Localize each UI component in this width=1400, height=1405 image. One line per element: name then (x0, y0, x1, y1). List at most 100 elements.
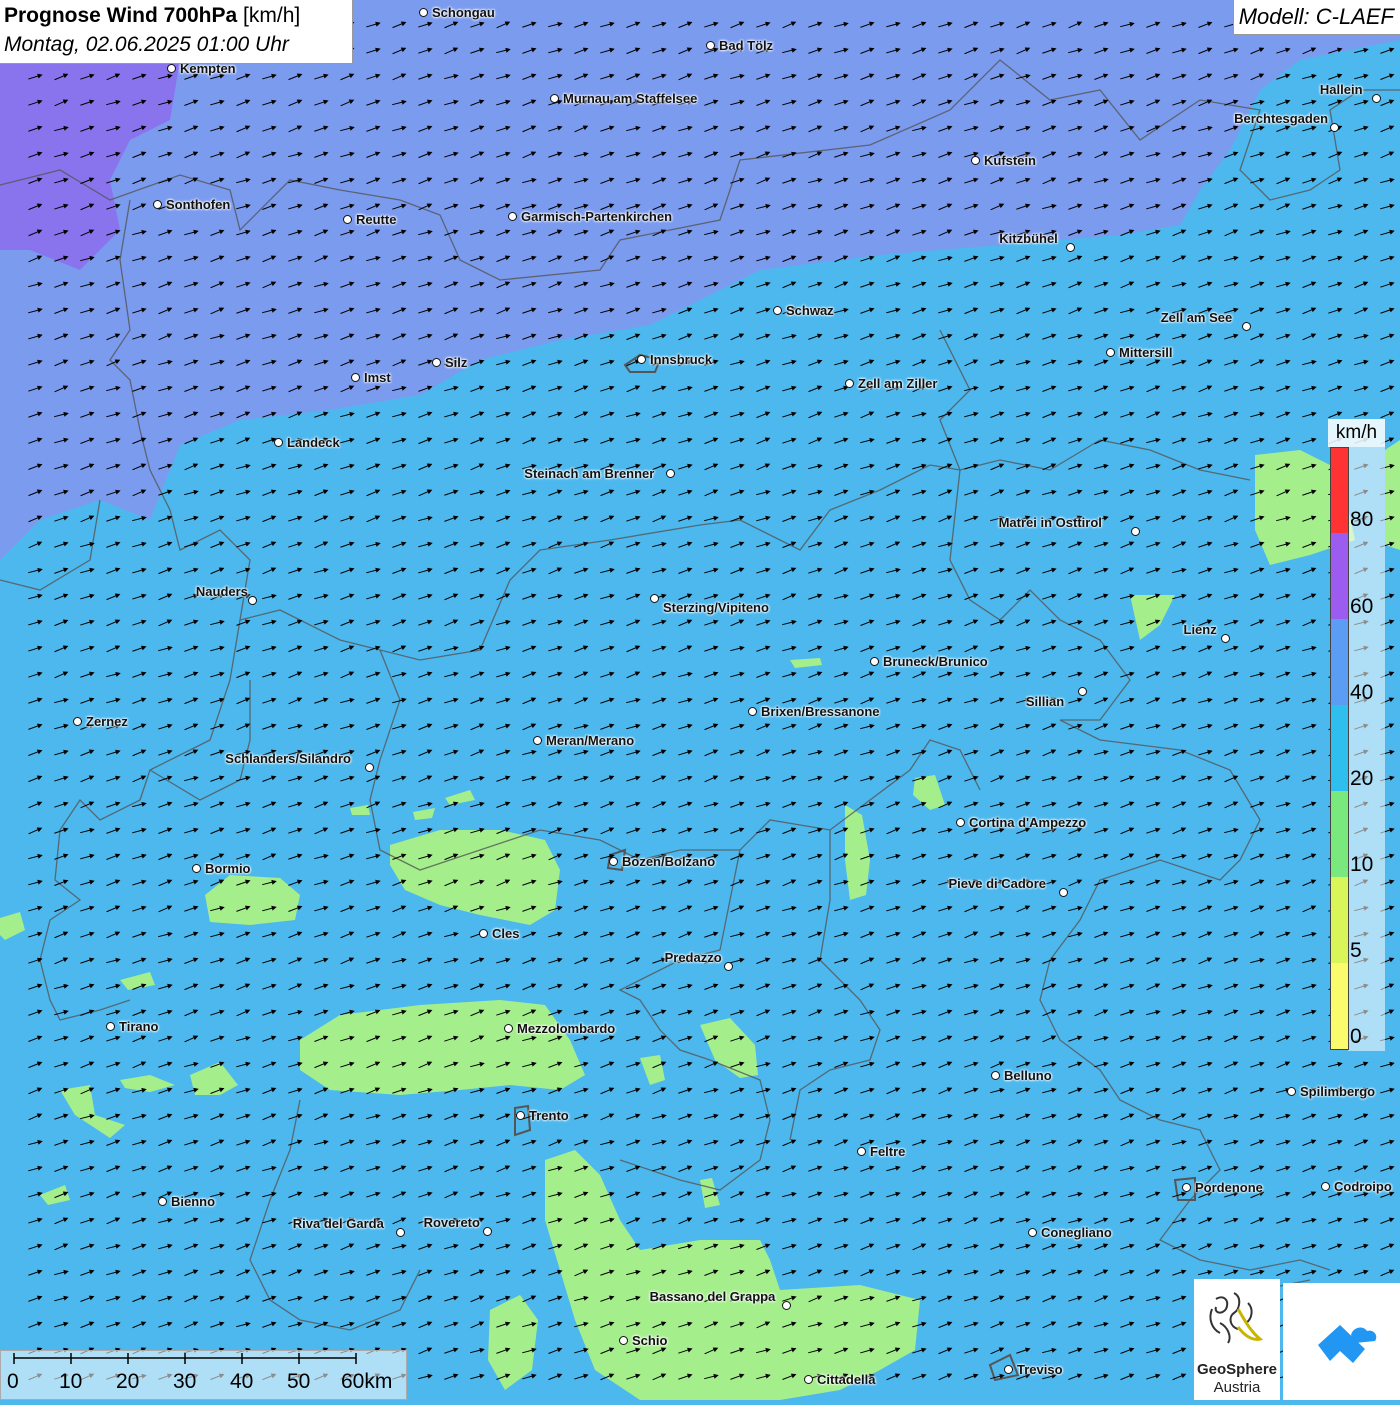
scale-label-20: 20 (116, 1370, 139, 1394)
forecast-datetime: Montag, 02.06.2025 01:00 Uhr (4, 33, 289, 57)
logo-name: GeoSphere (1194, 1361, 1280, 1378)
city-marker-schwaz (773, 306, 782, 315)
city-marker-sillian (1078, 687, 1087, 696)
scale-label-10: 10 (59, 1370, 82, 1394)
legend-label-20: 20 (1350, 768, 1373, 789)
city-label-conegliano: Conegliano (1041, 1225, 1112, 1240)
city-label-zernez: Zernez (86, 714, 128, 729)
city-marker-hallein (1372, 94, 1381, 103)
city-marker-riva-del-garda (396, 1228, 405, 1237)
city-marker-nauders (248, 596, 257, 605)
city-label-bassano-del-grappa: Bassano del Grappa (650, 1289, 776, 1304)
city-label-bozen-bolzano: Bozen/Bolzano (622, 854, 715, 869)
legend-label-60: 60 (1350, 596, 1373, 617)
city-marker-pieve-di-cadore (1059, 888, 1068, 897)
city-label-hallein: Hallein (1320, 82, 1363, 97)
legend-segment-60-80 (1331, 533, 1348, 619)
city-marker-zell-am-ziller (845, 379, 854, 388)
city-label-garmisch-partenkirchen: Garmisch-Partenkirchen (521, 209, 672, 224)
city-label-cles: Cles (492, 926, 519, 941)
city-marker-kempten (167, 64, 176, 73)
city-label-schongau: Schongau (432, 5, 495, 20)
city-marker-imst (351, 373, 360, 382)
city-label-bruneck-brunico: Bruneck/Brunico (883, 654, 988, 669)
color-legend-bar (1330, 447, 1349, 1050)
city-label-cittadella: Cittadella (817, 1372, 876, 1387)
city-label-silz: Silz (445, 355, 467, 370)
city-label-nauders: Nauders (196, 584, 248, 599)
city-label-belluno: Belluno (1004, 1068, 1052, 1083)
city-marker-rovereto (483, 1227, 492, 1236)
title-main-text: Prognose Wind 700hPa (4, 4, 237, 27)
geosphere-logo[interactable]: GeoSphere Austria (1194, 1279, 1280, 1400)
city-marker-kitzb-hel (1066, 243, 1075, 252)
city-marker-reutte (343, 215, 352, 224)
city-marker-tirano (106, 1022, 115, 1031)
geosphere-emblem-icon (1194, 1279, 1280, 1359)
city-label-mittersill: Mittersill (1119, 345, 1172, 360)
legend-label-5: 5 (1350, 940, 1362, 961)
scale-label-40: 40 (230, 1370, 253, 1394)
city-marker-pordenone (1182, 1183, 1191, 1192)
legend-unit: km/h (1328, 419, 1385, 447)
partner-logo[interactable] (1283, 1283, 1400, 1400)
city-label-kitzb-hel: Kitzbühel (999, 231, 1058, 246)
city-marker-mittersill (1106, 348, 1115, 357)
scale-label-0: 0 (7, 1370, 19, 1394)
city-label-sonthofen: Sonthofen (166, 197, 230, 212)
city-marker-sterzing-vipiteno (650, 594, 659, 603)
legend-label-80: 80 (1350, 509, 1373, 530)
city-label-zell-am-ziller: Zell am Ziller (858, 376, 937, 391)
city-marker-bassano-del-grappa (782, 1301, 791, 1310)
city-marker-bormio (192, 864, 201, 873)
city-marker-schlanders-silandro (365, 763, 374, 772)
city-marker-zell-am-see (1242, 322, 1251, 331)
city-marker-schongau (419, 8, 428, 17)
city-label-sillian: Sillian (1026, 694, 1064, 709)
legend-label-0: 0 (1350, 1026, 1362, 1047)
city-label-spilimbergo: Spilimbergo (1300, 1084, 1375, 1099)
city-label-feltre: Feltre (870, 1144, 905, 1159)
city-marker-bruneck-brunico (870, 657, 879, 666)
city-marker-lienz (1221, 634, 1230, 643)
city-label-cortina-d-ampezzo: Cortina d'Ampezzo (969, 815, 1086, 830)
city-marker-codroipo (1321, 1182, 1330, 1191)
legend-segment-5-10 (1331, 877, 1348, 963)
title-unit: [km/h] (243, 4, 300, 27)
title-box: Prognose Wind 700hPa [km/h] Montag, 02.0… (0, 0, 353, 64)
city-marker-schio (619, 1336, 628, 1345)
city-marker-garmisch-partenkirchen (508, 212, 517, 221)
city-label-berchtesgaden: Berchtesgaden (1234, 111, 1328, 126)
city-label-zell-am-see: Zell am See (1161, 310, 1233, 325)
city-label-reutte: Reutte (356, 212, 396, 227)
city-marker-predazzo (724, 962, 733, 971)
legend-segment-20-40 (1331, 705, 1348, 791)
city-label-treviso: Treviso (1017, 1362, 1063, 1377)
city-marker-silz (432, 358, 441, 367)
city-marker-cles (479, 929, 488, 938)
legend-segment-0-5 (1331, 963, 1348, 1049)
city-marker-spilimbergo (1287, 1087, 1296, 1096)
city-marker-sonthofen (153, 200, 162, 209)
city-marker-matrei-in-osttirol (1131, 527, 1140, 536)
city-marker-murnau-am-staffelsee (550, 94, 559, 103)
city-marker-steinach-am-brenner (666, 469, 675, 478)
legend-segment-40-60 (1331, 619, 1348, 705)
city-marker-bozen-bolzano (609, 857, 618, 866)
city-label-pordenone: Pordenone (1195, 1180, 1263, 1195)
city-label-pieve-di-cadore: Pieve di Cadore (949, 876, 1047, 891)
city-label-trento: Trento (529, 1108, 569, 1123)
city-label-predazzo: Predazzo (665, 950, 722, 965)
city-label-rovereto: Rovereto (424, 1215, 480, 1230)
city-label-brixen-bressanone: Brixen/Bressanone (761, 704, 880, 719)
city-marker-treviso (1004, 1365, 1013, 1374)
city-label-kufstein: Kufstein (984, 153, 1036, 168)
city-label-meran-merano: Meran/Merano (546, 733, 634, 748)
city-label-sterzing-vipiteno: Sterzing/Vipiteno (663, 600, 769, 615)
city-label-bad-t-lz: Bad Tölz (719, 38, 773, 53)
city-marker-zernez (73, 717, 82, 726)
city-label-riva-del-garda: Riva del Garda (293, 1216, 384, 1231)
city-marker-innsbruck (637, 355, 646, 364)
city-label-bormio: Bormio (205, 861, 251, 876)
logo-sub: Austria (1194, 1379, 1280, 1396)
